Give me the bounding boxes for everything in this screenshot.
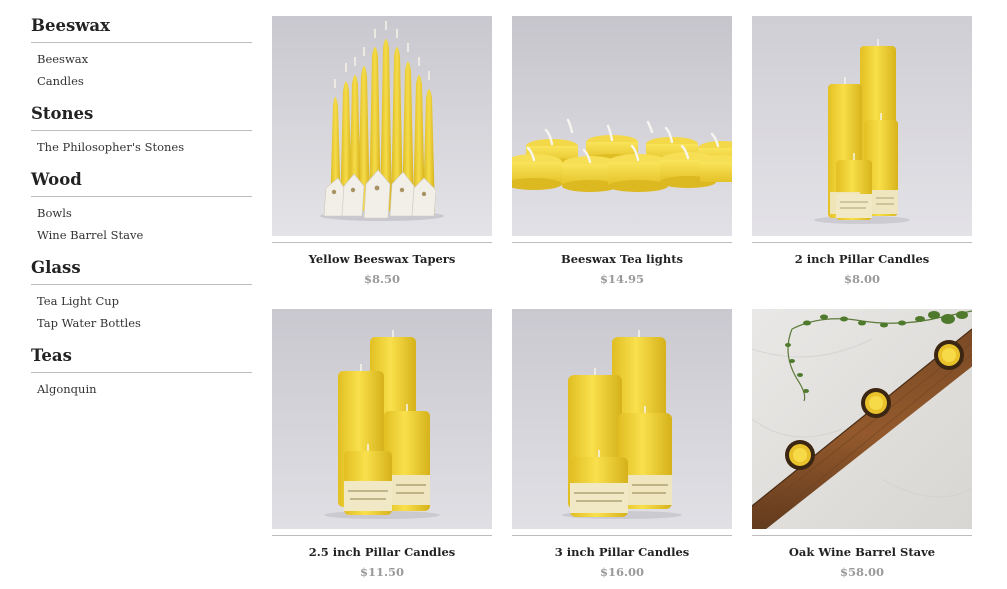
category-title-glass[interactable]: Glass — [31, 257, 252, 285]
product-card[interactable]: 2.5 inch Pillar Candles $11.50 — [272, 309, 492, 580]
product-card[interactable]: 2 inch Pillar Candles $8.00 — [752, 16, 972, 287]
category-title-stones[interactable]: Stones — [31, 103, 252, 131]
category-items: The Philosopher's Stones — [31, 131, 252, 158]
sidebar-item-beeswax[interactable]: Beeswax — [31, 48, 252, 70]
sidebar-item-candles[interactable]: Candles — [31, 70, 252, 92]
sidebar-item-bowls[interactable]: Bowls — [31, 202, 252, 224]
product-price: $58.00 — [839, 565, 884, 579]
sidebar-item-tea-light-cup[interactable]: Tea Light Cup — [31, 290, 252, 312]
category-items: Bowls Wine Barrel Stave — [31, 197, 252, 246]
divider — [752, 242, 972, 243]
category-title-teas[interactable]: Teas — [31, 345, 252, 373]
product-name[interactable]: 2 inch Pillar Candles — [752, 251, 972, 267]
category-beeswax: Beeswax Beeswax Candles — [31, 15, 252, 92]
product-image-wine-barrel-stave[interactable] — [752, 309, 972, 529]
product-card[interactable]: Oak Wine Barrel Stave $58.00 — [752, 309, 972, 580]
product-price: $8.50 — [363, 272, 400, 286]
product-price: $14.95 — [599, 272, 644, 286]
product-price: $16.00 — [599, 565, 644, 579]
product-image-tapers[interactable] — [272, 16, 492, 236]
product-image-2-5-inch-pillars[interactable] — [272, 309, 492, 529]
sidebar-item-philosophers-stones[interactable]: The Philosopher's Stones — [31, 136, 252, 158]
product-card[interactable]: Beeswax Tea lights $14.95 — [512, 16, 732, 287]
divider — [752, 535, 972, 536]
product-card[interactable]: 3 inch Pillar Candles $16.00 — [512, 309, 732, 580]
category-sidebar: Beeswax Beeswax Candles Stones The Philo… — [31, 15, 252, 411]
product-image-3-inch-pillars[interactable] — [512, 309, 732, 529]
divider — [512, 242, 732, 243]
divider — [272, 242, 492, 243]
category-stones: Stones The Philosopher's Stones — [31, 103, 252, 158]
product-name[interactable]: 3 inch Pillar Candles — [512, 544, 732, 560]
product-card[interactable]: Yellow Beeswax Tapers $8.50 — [272, 16, 492, 287]
product-price: $11.50 — [359, 565, 404, 579]
category-items: Beeswax Candles — [31, 43, 252, 92]
category-items: Tea Light Cup Tap Water Bottles — [31, 285, 252, 334]
category-glass: Glass Tea Light Cup Tap Water Bottles — [31, 257, 252, 334]
sidebar-item-wine-barrel-stave[interactable]: Wine Barrel Stave — [31, 224, 252, 246]
category-title-wood[interactable]: Wood — [31, 169, 252, 197]
sidebar-item-tap-water-bottles[interactable]: Tap Water Bottles — [31, 312, 252, 334]
product-name[interactable]: Beeswax Tea lights — [512, 251, 732, 267]
category-teas: Teas Algonquin — [31, 345, 252, 400]
category-title-beeswax[interactable]: Beeswax — [31, 15, 252, 43]
sidebar-item-algonquin[interactable]: Algonquin — [31, 378, 252, 400]
divider — [272, 535, 492, 536]
product-name[interactable]: Oak Wine Barrel Stave — [752, 544, 972, 560]
product-name[interactable]: 2.5 inch Pillar Candles — [272, 544, 492, 560]
product-name[interactable]: Yellow Beeswax Tapers — [272, 251, 492, 267]
product-price: $8.00 — [843, 272, 880, 286]
product-image-tea-lights[interactable] — [512, 16, 732, 236]
category-wood: Wood Bowls Wine Barrel Stave — [31, 169, 252, 246]
category-items: Algonquin — [31, 373, 252, 400]
divider — [512, 535, 732, 536]
product-image-2-inch-pillars[interactable] — [752, 16, 972, 236]
